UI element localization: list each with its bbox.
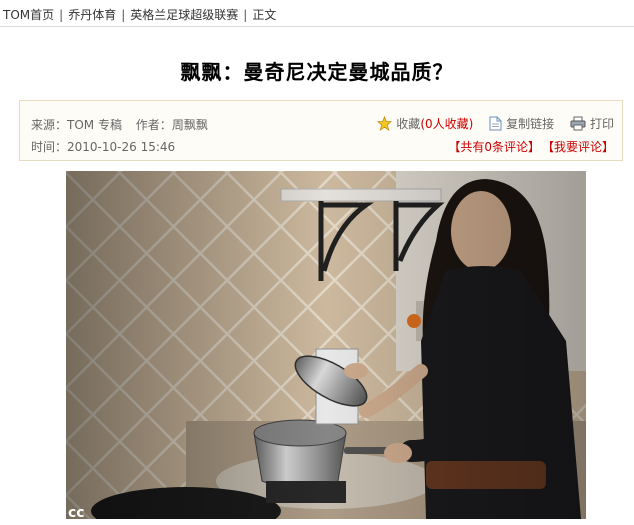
article-meta-box: 来源：TOM 专稿 作者：周飘飘 时间：2010-10-26 15:46 收藏(…	[19, 100, 623, 161]
star-icon	[377, 116, 393, 131]
author-value: 周飘飘	[171, 118, 208, 132]
author-label: 作者：	[135, 118, 172, 132]
breadcrumb-link-channel[interactable]: 乔丹体育	[68, 8, 116, 22]
printer-icon	[570, 116, 586, 131]
article-photo: cc	[66, 171, 586, 519]
favorite-button[interactable]: 收藏 (0人收藏)	[377, 115, 473, 132]
copy-link-label: 复制链接	[506, 117, 555, 131]
time-value: 2010-10-26 15:46	[67, 140, 176, 154]
comment-links: 【共有0条评论】 【我要评论】	[440, 138, 614, 155]
kitchen-photo-illustration: cc	[66, 171, 586, 519]
breadcrumb-link-home[interactable]: TOM首页	[3, 8, 54, 22]
breadcrumb-current: 正文	[252, 8, 277, 22]
post-comment-link[interactable]: 【我要评论】	[548, 140, 614, 154]
copy-link-button[interactable]: 复制链接	[489, 115, 554, 132]
document-icon	[489, 116, 502, 131]
favorite-label: 收藏	[396, 117, 421, 131]
total-comments-link[interactable]: 【共有0条评论】	[448, 140, 540, 154]
source-value: TOM 专稿	[67, 118, 122, 132]
publish-time-line: 时间：2010-10-26 15:46	[31, 138, 175, 155]
source-label: 来源：	[31, 118, 68, 132]
source-author-line: 来源：TOM 专稿 作者：周飘飘	[31, 116, 208, 133]
header-divider	[0, 26, 634, 27]
article-tools: 收藏 (0人收藏) 复制链接 打印	[365, 115, 614, 134]
breadcrumb-separator: |	[243, 8, 248, 22]
breadcrumb-link-league[interactable]: 英格兰足球超级联赛	[130, 8, 238, 22]
article-title: 飘飘：曼奇尼决定曼城品质？	[180, 60, 454, 84]
breadcrumb-separator: |	[59, 8, 64, 22]
favorite-count: (0人收藏)	[420, 117, 474, 131]
print-label: 打印	[589, 117, 614, 131]
breadcrumb: TOM首页 | 乔丹体育 | 英格兰足球超级联赛 | 正文	[3, 6, 276, 23]
time-label: 时间：	[31, 140, 68, 154]
breadcrumb-separator: |	[121, 8, 126, 22]
photo-watermark: cc	[68, 505, 85, 519]
print-button[interactable]: 打印	[570, 115, 614, 132]
